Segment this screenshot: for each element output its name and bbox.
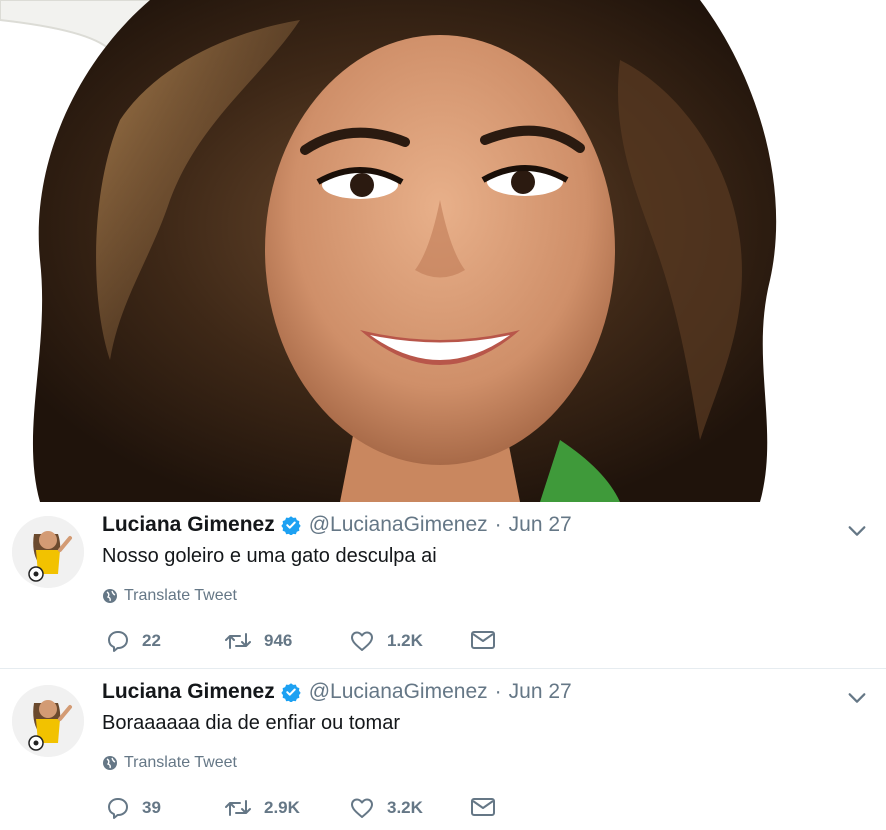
reply-icon bbox=[108, 631, 128, 652]
like-count: 1.2K bbox=[387, 631, 423, 650]
verified-badge-icon bbox=[281, 683, 301, 702]
tweet-date[interactable]: Jun 27 bbox=[509, 680, 572, 704]
translate-tweet-link[interactable]: Translate Tweet bbox=[102, 754, 237, 772]
verified-badge-icon bbox=[281, 516, 301, 535]
like-button[interactable]: 3.2K bbox=[349, 796, 423, 820]
avatar[interactable] bbox=[12, 685, 84, 757]
retweet-button[interactable]: 946 bbox=[224, 629, 292, 653]
tweet-date[interactable]: Jun 27 bbox=[509, 513, 572, 537]
direct-message-icon bbox=[471, 631, 495, 649]
chevron-down-icon[interactable] bbox=[846, 520, 868, 542]
reply-icon bbox=[108, 798, 128, 819]
tweet-actions: 22 946 1.2K bbox=[102, 629, 522, 655]
direct-message-icon bbox=[471, 798, 495, 816]
retweet-icon bbox=[225, 800, 251, 816]
tweet-text: Boraaaaaa dia de enfiar ou tomar bbox=[102, 712, 400, 734]
direct-message-button[interactable] bbox=[470, 629, 508, 651]
avatar[interactable] bbox=[12, 516, 84, 588]
author-name[interactable]: Luciana Gimenez bbox=[102, 680, 275, 704]
separator-dot: · bbox=[494, 513, 502, 536]
retweet-count: 2.9K bbox=[264, 798, 300, 817]
tweet-header: Luciana Gimenez @LucianaGimenez · Jun 27 bbox=[102, 513, 572, 537]
translate-label: Translate Tweet bbox=[124, 754, 237, 771]
globe-icon bbox=[103, 756, 117, 770]
reply-button[interactable]: 39 bbox=[106, 796, 161, 820]
retweet-count: 946 bbox=[264, 631, 293, 650]
avatar-image bbox=[12, 685, 84, 757]
like-count: 3.2K bbox=[387, 798, 423, 817]
tweet-text: Nosso goleiro e uma gato desculpa ai bbox=[102, 545, 437, 567]
tweet[interactable]: Luciana Gimenez @LucianaGimenez · Jun 27… bbox=[0, 669, 886, 830]
like-icon bbox=[351, 798, 373, 818]
direct-message-button[interactable] bbox=[470, 796, 508, 818]
like-icon bbox=[351, 631, 373, 651]
reply-count: 39 bbox=[142, 798, 161, 817]
portrait-illustration bbox=[0, 0, 777, 502]
globe-icon bbox=[103, 589, 117, 603]
portrait-photo bbox=[0, 0, 886, 502]
chevron-down-icon[interactable] bbox=[846, 687, 868, 709]
separator-dot: · bbox=[494, 680, 502, 703]
tweet-actions: 39 2.9K 3.2K bbox=[102, 796, 522, 822]
translate-label: Translate Tweet bbox=[124, 587, 237, 604]
tweet[interactable]: Luciana Gimenez @LucianaGimenez · Jun 27… bbox=[0, 502, 886, 668]
author-handle[interactable]: @LucianaGimenez bbox=[309, 513, 488, 537]
retweet-icon bbox=[225, 633, 251, 649]
like-button[interactable]: 1.2K bbox=[349, 629, 423, 653]
reply-button[interactable]: 22 bbox=[106, 629, 161, 653]
reply-count: 22 bbox=[142, 631, 161, 650]
translate-tweet-link[interactable]: Translate Tweet bbox=[102, 587, 237, 605]
author-handle[interactable]: @LucianaGimenez bbox=[309, 680, 488, 704]
retweet-button[interactable]: 2.9K bbox=[224, 796, 300, 820]
avatar-image bbox=[12, 516, 84, 588]
author-name[interactable]: Luciana Gimenez bbox=[102, 513, 275, 537]
tweet-header: Luciana Gimenez @LucianaGimenez · Jun 27 bbox=[102, 680, 572, 704]
